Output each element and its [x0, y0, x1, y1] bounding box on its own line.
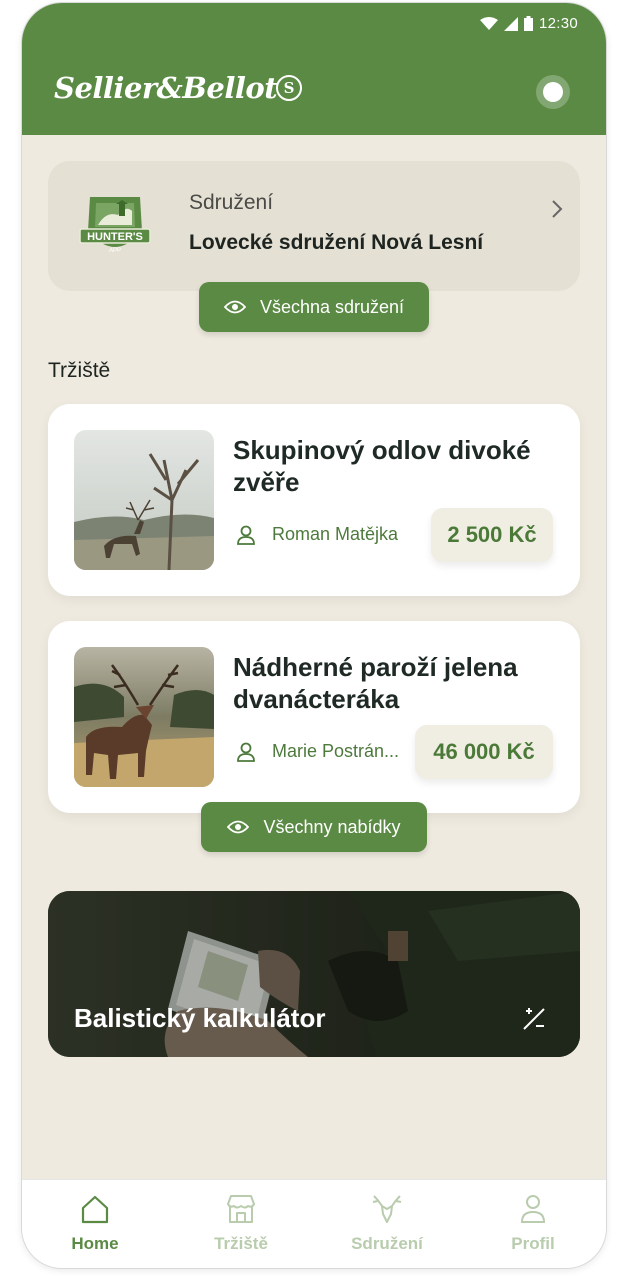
offer-price: 2 500 Kč [431, 508, 553, 562]
bottom-tab-bar: Home Tržiště Sdružení Profil [22, 1179, 606, 1268]
eye-icon [223, 300, 246, 314]
hunters-app-logo: HUNTER'S APP [79, 197, 151, 254]
offer-seller: Roman Matějka [272, 524, 399, 544]
store-icon [227, 1195, 255, 1223]
status-time: 12:30 [538, 15, 578, 32]
logo-text: HUNTER'S [87, 231, 143, 243]
tab-market[interactable]: Tržiště [168, 1180, 314, 1268]
offer-title: Nádherné paroží jelena dvanácteráka [233, 652, 518, 714]
offer-price: 46 000 Kč [415, 725, 553, 779]
all-associations-label: Všechna sdružení [259, 296, 405, 317]
offer-card[interactable]: Nádherné paroží jelena dvanácteráka Mari… [48, 621, 580, 813]
tab-home[interactable]: Home [22, 1180, 168, 1268]
user-icon [520, 1195, 546, 1223]
offer-image-dry-tree-deer [74, 430, 214, 570]
tab-associations-label: Sdružení [351, 1234, 423, 1253]
offer-card[interactable]: Skupinový odlov divoké zvěře Roman Matěj… [48, 404, 580, 596]
chevron-right-icon[interactable] [550, 199, 564, 219]
home-icon [81, 1195, 109, 1224]
phone-screen: 12:30 Sellier&Bellot S HUNTER'S APP Sdru… [22, 3, 606, 1268]
tab-associations[interactable]: Sdružení [314, 1180, 460, 1268]
calculator-title: Balistický kalkulátor [74, 1003, 326, 1033]
plus-minus-icon [523, 1008, 545, 1030]
association-kicker: Sdružení [189, 191, 274, 214]
user-icon [237, 742, 255, 762]
offer-image-red-stag [74, 647, 214, 787]
status-bar: 12:30 [479, 15, 578, 32]
association-name: Lovecké sdružení Nová Lesní [189, 231, 484, 254]
all-associations-button[interactable]: Všechna sdružení [199, 282, 429, 332]
brand-seal-icon: S [276, 75, 302, 101]
all-offers-button[interactable]: Všechny nabídky [201, 802, 427, 852]
signal-icon [503, 16, 518, 31]
wifi-icon [479, 16, 498, 30]
user-icon [237, 525, 255, 545]
eye-icon [227, 820, 250, 834]
app-header: 12:30 Sellier&Bellot S [22, 3, 606, 135]
tab-profile[interactable]: Profil [460, 1180, 606, 1268]
association-card[interactable]: HUNTER'S APP Sdružení Lovecké sdružení N… [48, 161, 580, 291]
tab-market-label: Tržiště [214, 1234, 268, 1253]
offer-seller: Marie Postrán... [272, 741, 400, 761]
logo-subtext: APP [109, 248, 121, 254]
market-section-title: Tržiště [48, 359, 111, 382]
all-offers-label: Všechny nabídky [263, 816, 401, 837]
tab-home-label: Home [71, 1234, 119, 1253]
circle-toggle-icon[interactable] [536, 75, 570, 109]
brand-logo: Sellier&Bellot [54, 71, 278, 105]
deer-icon [372, 1195, 402, 1223]
battery-icon [523, 16, 533, 31]
offer-title: Skupinový odlov divoké zvěře [233, 435, 531, 497]
ballistic-calculator-card[interactable]: Balistický kalkulátor [48, 891, 580, 1057]
tab-profile-label: Profil [511, 1234, 555, 1253]
